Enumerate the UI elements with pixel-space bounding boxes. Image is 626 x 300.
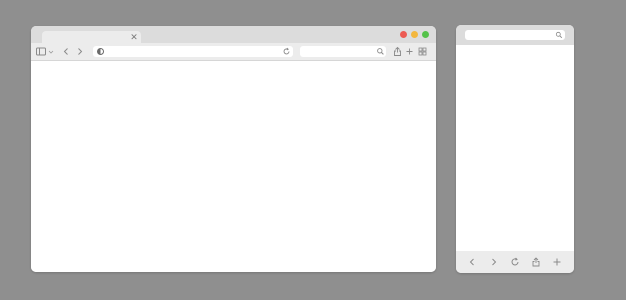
share-icon[interactable]	[531, 257, 541, 267]
half-circle-icon[interactable]	[96, 47, 105, 56]
mobile-address-bar[interactable]	[465, 30, 565, 40]
chevron-left-icon[interactable]	[467, 257, 477, 267]
search-icon[interactable]	[376, 47, 385, 56]
mobile-browser-window	[456, 25, 574, 273]
toolbar	[31, 43, 436, 61]
plus-icon[interactable]	[552, 257, 562, 267]
scene: ✕	[0, 0, 626, 300]
title-bar: ✕	[31, 26, 436, 43]
plus-icon[interactable]	[405, 47, 414, 56]
reload-icon[interactable]	[282, 47, 291, 56]
window-zoom-button[interactable]	[422, 31, 429, 38]
reload-icon[interactable]	[510, 257, 520, 267]
window-close-button[interactable]	[400, 31, 407, 38]
browser-tab[interactable]: ✕	[42, 31, 141, 43]
mobile-top-bar	[456, 25, 574, 45]
search-icon[interactable]	[555, 31, 563, 39]
close-icon[interactable]: ✕	[130, 31, 138, 43]
search-field[interactable]	[300, 46, 386, 57]
chevron-right-icon[interactable]	[76, 47, 84, 56]
sidebar-dropdown-icon[interactable]	[48, 47, 54, 56]
window-minimize-button[interactable]	[411, 31, 418, 38]
chevron-right-icon[interactable]	[489, 257, 499, 267]
desktop-browser-window: ✕	[31, 26, 436, 272]
mobile-page-content	[456, 45, 574, 251]
chevron-left-icon[interactable]	[62, 47, 70, 56]
page-content	[31, 61, 436, 272]
grid-icon[interactable]	[418, 47, 427, 56]
address-bar[interactable]	[93, 46, 293, 57]
sidebar-icon[interactable]	[36, 47, 46, 56]
share-icon[interactable]	[393, 46, 402, 57]
mobile-bottom-bar	[456, 251, 574, 273]
